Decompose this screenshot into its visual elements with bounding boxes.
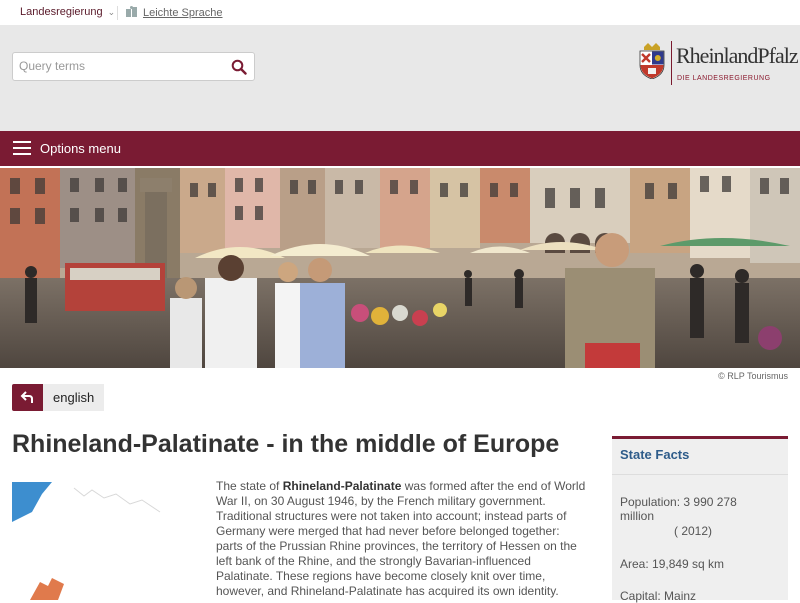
divider — [117, 6, 118, 20]
options-menu-label[interactable]: Options menu — [40, 141, 121, 156]
chevron-down-icon: ⌄ — [107, 7, 116, 17]
language-label[interactable]: english — [43, 384, 105, 411]
search-icon[interactable] — [231, 59, 247, 75]
population-year: ( 2012) — [674, 524, 713, 538]
site-logo[interactable]: RheinlandPfalz DIE LANDESREGIERUNG — [638, 41, 799, 89]
top-utility-bar: Landesregierung ⌄ Leichte Sprache — [0, 0, 800, 25]
area-fact: Area: 19,849 sq km — [620, 557, 725, 571]
state-facts-box: State Facts Population: 3 990 278 millio… — [612, 436, 788, 603]
easy-language-icon — [126, 6, 137, 17]
government-menu-link[interactable]: Landesregierung ⌄ — [20, 6, 115, 18]
language-switch-button[interactable]: english — [12, 384, 105, 411]
intro-rest: was formed after the end of World War II… — [216, 479, 586, 598]
search-input[interactable] — [19, 59, 219, 73]
intro-bold: Rhineland-Palatinate — [282, 479, 402, 493]
intro-paragraph: The state of Rhineland-Palatinate was fo… — [216, 479, 588, 599]
search-box — [12, 52, 255, 81]
intro-lead: The state of — [216, 479, 283, 493]
photo-credit: © RLP Tourismus — [718, 371, 788, 381]
location-map[interactable] — [12, 482, 168, 600]
logo-subtitle: DIE LANDESREGIERUNG — [677, 75, 771, 82]
government-menu-label: Landesregierung — [20, 6, 103, 18]
hero-image — [0, 168, 800, 368]
capital-fact: Capital: Mainz — [620, 589, 697, 603]
page-title: Rhineland-Palatinate - in the middle of … — [12, 430, 560, 458]
easy-language-label: Leichte Sprache — [143, 7, 223, 19]
easy-language-link[interactable]: Leichte Sprache — [126, 6, 223, 19]
options-menu-bar[interactable]: Options menu — [0, 131, 800, 166]
logo-name: RheinlandPfalz — [676, 43, 799, 68]
coat-of-arms-icon — [639, 43, 665, 79]
hamburger-menu-icon[interactable] — [13, 141, 31, 155]
site-header: RheinlandPfalz DIE LANDESREGIERUNG — [0, 25, 800, 131]
back-arrow-icon[interactable] — [12, 384, 43, 411]
population-fact: Population: 3 990 278 million — [620, 495, 737, 523]
logo-divider — [671, 41, 672, 85]
state-facts-heading: State Facts — [612, 439, 788, 475]
